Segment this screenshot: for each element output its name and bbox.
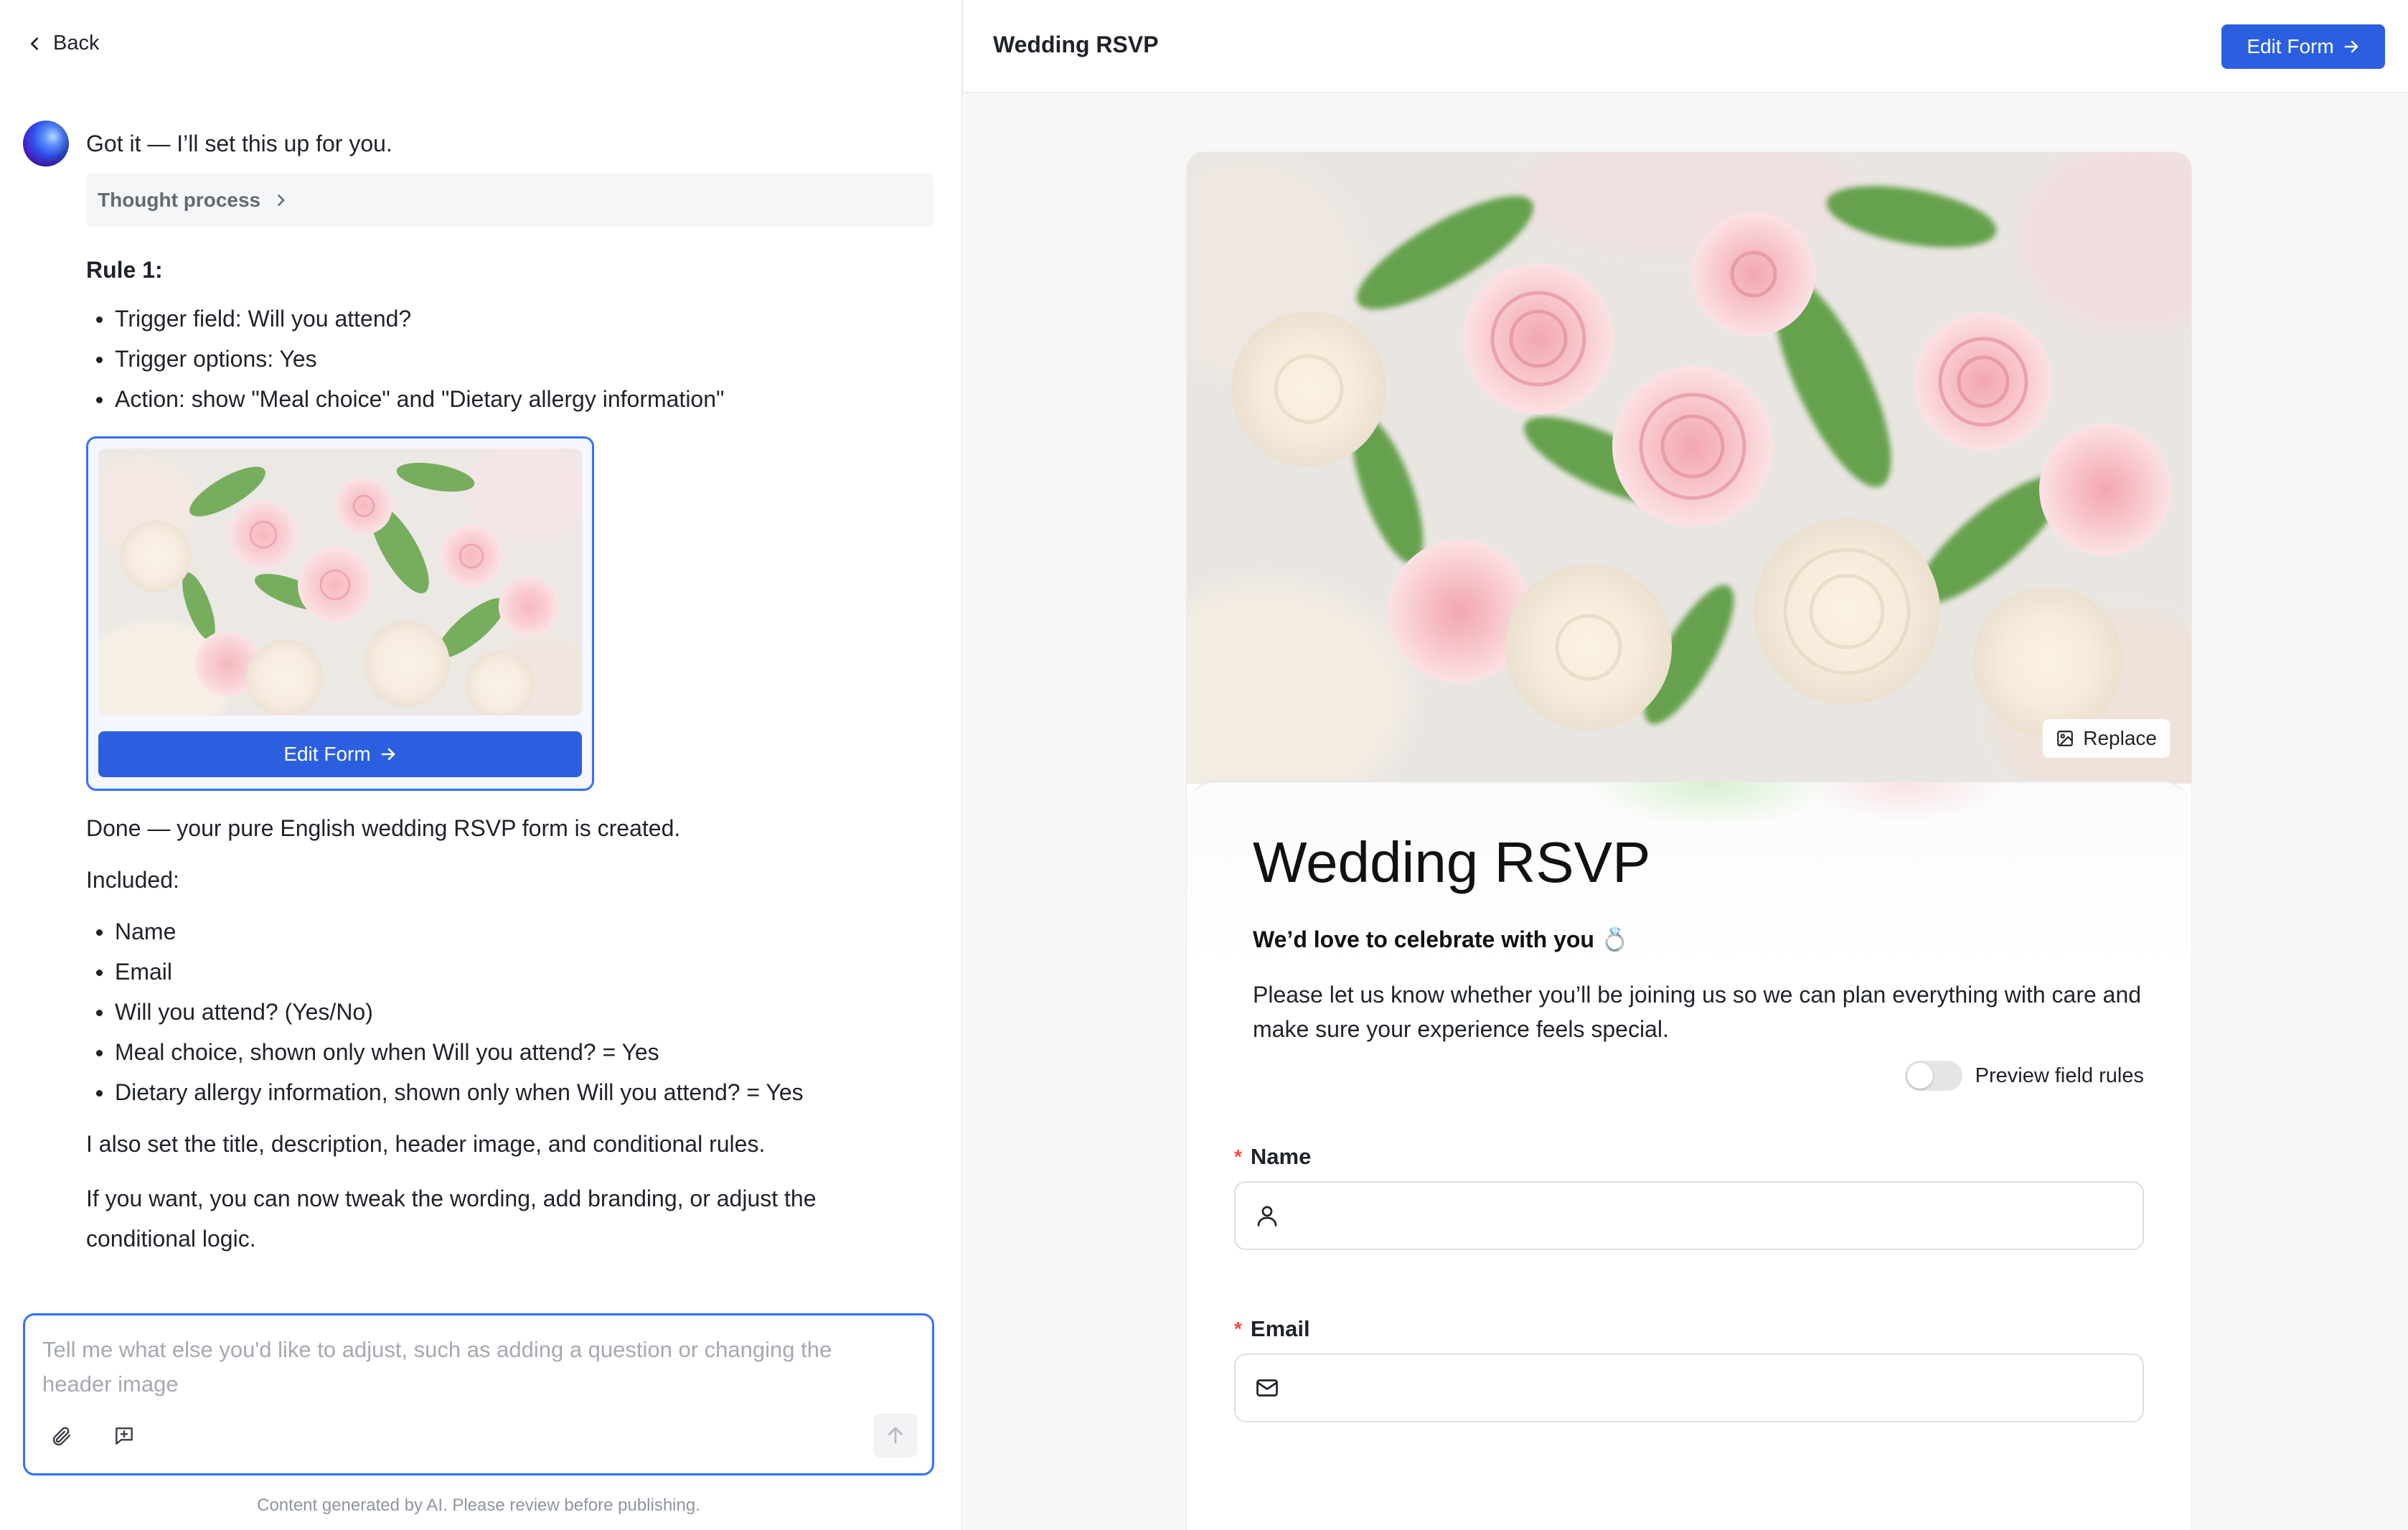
user-icon	[1257, 1206, 1277, 1226]
chevron-left-icon	[31, 37, 39, 50]
ai-avatar	[23, 121, 69, 166]
send-button[interactable]	[873, 1413, 918, 1458]
card-edit-form-button[interactable]: Edit Form	[98, 731, 582, 777]
back-button[interactable]: Back	[27, 32, 99, 55]
form-title: Wedding RSVP	[1253, 830, 1651, 894]
mail-icon	[1256, 1379, 1278, 1397]
list-item: Will you attend? (Yes/No)	[86, 992, 947, 1032]
email-field[interactable]	[1234, 1353, 2144, 1422]
form-subtitle: We’d love to celebrate with you 💍	[1253, 926, 1629, 952]
thought-process-toggle[interactable]: Thought process	[86, 174, 934, 227]
name-input[interactable]	[1294, 1187, 2143, 1244]
form-preview-panel: Wedding RSVP Edit Form Replace Wedding R…	[964, 0, 2408, 1530]
arrow-up-icon	[888, 1427, 903, 1444]
paperclip-icon	[52, 1427, 71, 1446]
rule-list: Trigger field: Will you attend? Trigger …	[86, 299, 947, 419]
name-field[interactable]	[1234, 1181, 2144, 1250]
edit-form-label: Edit Form	[2247, 35, 2334, 57]
thought-process-label: Thought process	[98, 189, 261, 211]
new-prompt-button[interactable]	[110, 1422, 138, 1450]
image-icon	[2057, 731, 2074, 746]
required-asterisk: *	[1234, 1145, 1242, 1168]
form-thumbnail	[98, 449, 582, 715]
included-list: Name Email Will you attend? (Yes/No) Mea…	[86, 911, 947, 1112]
list-item: Email	[86, 952, 947, 992]
preview-field-rules: Preview field rules	[1904, 1061, 2144, 1091]
back-label: Back	[53, 32, 100, 55]
included-label: Included:	[86, 867, 179, 893]
list-item: Meal choice, shown only when Will you at…	[86, 1032, 947, 1072]
done-message: Done — your pure English wedding RSVP fo…	[86, 815, 681, 841]
form-body: Wedding RSVP We’d love to celebrate with…	[1187, 781, 2191, 1530]
list-item: Name	[86, 911, 947, 952]
form-canvas: Replace Wedding RSVP We’d love to celebr…	[1187, 152, 2191, 1530]
list-item: Dietary allergy information, shown only …	[86, 1072, 947, 1112]
message-plus-icon	[116, 1427, 133, 1445]
rule-title: Rule 1:	[86, 257, 163, 283]
list-item: Trigger options: Yes	[86, 339, 947, 379]
chevron-right-icon	[278, 194, 285, 206]
attach-button[interactable]	[47, 1422, 75, 1450]
preview-rules-switch[interactable]	[1904, 1061, 1962, 1091]
arrow-right-icon	[2344, 40, 2358, 53]
chat-input-placeholder[interactable]: Tell me what else you'd like to adjust, …	[42, 1333, 903, 1402]
name-label-text: Name	[1250, 1144, 1312, 1169]
form-description: Please let us know whether you’ll be joi…	[1253, 982, 2142, 1042]
email-input[interactable]	[1294, 1359, 2143, 1417]
chat-input-box[interactable]: Tell me what else you'd like to adjust, …	[23, 1313, 934, 1475]
name-field-label: * Name	[1234, 1144, 1311, 1170]
replace-image-button[interactable]: Replace	[2043, 719, 2170, 758]
roses-thumbnail-image	[98, 449, 582, 715]
preview-title: Wedding RSVP	[993, 32, 1159, 57]
assistant-greeting: Got it — I’ll set this up for you.	[86, 131, 392, 156]
also-message: I also set the title, description, heade…	[86, 1131, 766, 1157]
card-edit-form-label: Edit Form	[283, 743, 371, 765]
ai-disclaimer: Content generated by AI. Please review b…	[257, 1496, 700, 1515]
list-item: Action: show "Meal choice" and "Dietary …	[86, 379, 947, 419]
arrow-right-icon	[381, 748, 395, 761]
followup-message: If you want, you can now tweak the wordi…	[86, 1186, 817, 1252]
email-field-label: * Email	[1234, 1316, 1310, 1342]
replace-label: Replace	[2083, 727, 2157, 749]
email-label-text: Email	[1250, 1316, 1310, 1341]
preview-rules-label: Preview field rules	[1975, 1064, 2144, 1087]
form-preview-card[interactable]: Edit Form	[86, 436, 594, 791]
form-header-image	[1187, 152, 2191, 784]
edit-form-button[interactable]: Edit Form	[2221, 24, 2385, 69]
roses-header-image	[1187, 152, 2191, 784]
chat-panel: Back Got it — I’ll set this up for you. …	[0, 0, 963, 1530]
required-asterisk: *	[1234, 1318, 1242, 1340]
preview-topbar: Wedding RSVP Edit Form	[964, 0, 2408, 93]
list-item: Trigger field: Will you attend?	[86, 299, 947, 339]
